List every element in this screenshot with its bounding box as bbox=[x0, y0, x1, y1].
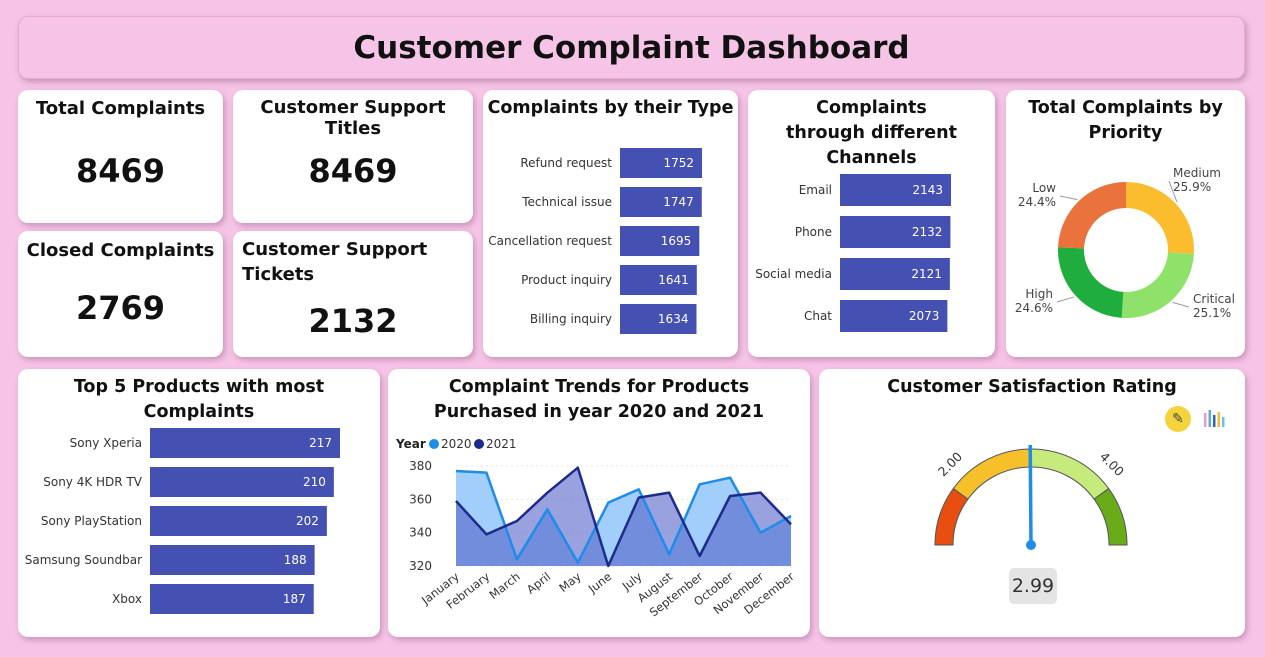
gauge-band bbox=[1093, 487, 1128, 546]
legend-label: 2021 bbox=[486, 437, 517, 451]
priority-donut-chart: Medium25.9% Critical25.1% High24.6% Low24.4… bbox=[1015, 166, 1235, 320]
slice-name: Low bbox=[1032, 181, 1056, 195]
chart-card-complaint-type[interactable]: Complaints by their Type Refund request 1… bbox=[483, 90, 738, 357]
x-tick-label: June bbox=[585, 569, 614, 596]
gauge-band bbox=[952, 448, 1032, 500]
gauge-needle bbox=[1028, 444, 1033, 546]
slice-percent: 25.1% bbox=[1193, 306, 1231, 320]
kpi-value: 8469 bbox=[75, 152, 166, 190]
gauge-band bbox=[1030, 448, 1110, 500]
kpi-value: 8469 bbox=[308, 152, 398, 190]
category-label: Sony Xperia bbox=[70, 436, 142, 450]
data-label: 1634 bbox=[658, 312, 689, 326]
gauge-value: 2.99 bbox=[1009, 568, 1057, 604]
y-tick-label: 320 bbox=[409, 559, 432, 573]
x-tick-label: April bbox=[524, 569, 553, 596]
data-label: 2121 bbox=[911, 267, 942, 281]
slice-name: Critical bbox=[1193, 292, 1235, 306]
data-label: 202 bbox=[296, 514, 319, 528]
category-label: Cancellation request bbox=[488, 234, 612, 248]
legend-title: Year bbox=[395, 437, 426, 451]
kpi-value: 2132 bbox=[308, 302, 398, 340]
x-tick-label: March bbox=[487, 569, 523, 602]
data-label: 187 bbox=[283, 592, 306, 606]
data-label: 1752 bbox=[663, 156, 694, 170]
gauge-pivot bbox=[1026, 540, 1036, 550]
channels-bar-chart: Email 2143 Phone 2132 Social media 2121 Chat 20… bbox=[755, 174, 951, 332]
data-label: 217 bbox=[309, 436, 332, 450]
data-label: 1747 bbox=[663, 195, 694, 209]
kpi-label: Total Complaints bbox=[35, 98, 206, 119]
slice-percent: 24.4% bbox=[1018, 195, 1056, 209]
chart-card-channels[interactable]: Complaints through different Channels Em… bbox=[748, 90, 995, 357]
kpi-label: Customer Support Titles bbox=[260, 97, 446, 139]
y-tick-label: 380 bbox=[409, 459, 432, 473]
category-label: Sony 4K HDR TV bbox=[43, 475, 143, 489]
y-tick-label: 340 bbox=[409, 526, 432, 540]
category-label: Chat bbox=[804, 309, 832, 323]
y-tick-label: 360 bbox=[409, 492, 432, 506]
chart-card-satisfaction[interactable]: Customer Satisfaction Rating ✎ 2.00 4.00 … bbox=[819, 369, 1245, 637]
kpi-card-support-tickets[interactable]: Customer Support Tickets 2132 bbox=[233, 231, 473, 357]
top-products-bar-chart: Sony Xperia 217 Sony 4K HDR TV 210 Sony Play… bbox=[25, 428, 340, 614]
donut-slice bbox=[1121, 252, 1194, 318]
x-tick-label: May bbox=[556, 569, 584, 595]
chart-card-trends[interactable]: Complaint Trends for Products Purchased … bbox=[388, 369, 810, 637]
data-label: 2143 bbox=[912, 183, 943, 197]
category-label: Phone bbox=[795, 225, 832, 239]
category-label: Refund request bbox=[520, 156, 612, 170]
data-label: 188 bbox=[284, 553, 307, 567]
complaint-type-bar-chart: Refund request 1752 Technical issue 1747 Can… bbox=[488, 148, 702, 334]
slice-percent: 25.9% bbox=[1173, 180, 1211, 194]
data-label: 2132 bbox=[912, 225, 943, 239]
category-label: Technical issue bbox=[521, 195, 612, 209]
kpi-card-closed-complaints[interactable]: Closed Complaints 2769 bbox=[18, 231, 223, 357]
category-label: Xbox bbox=[112, 592, 142, 606]
dashboard-title-bar: Customer Complaint Dashboard bbox=[18, 16, 1245, 79]
kpi-value: 2769 bbox=[75, 289, 166, 327]
gauge-tick-label: 2.00 bbox=[935, 449, 965, 479]
chart-card-top-products[interactable]: Top 5 Products with most Complaints Sony… bbox=[18, 369, 380, 637]
data-label: 2073 bbox=[909, 309, 940, 323]
kpi-label: Closed Complaints bbox=[26, 240, 215, 261]
leader-line bbox=[1059, 195, 1078, 201]
category-label: Social media bbox=[755, 267, 832, 281]
page-title: Customer Complaint Dashboard bbox=[353, 30, 910, 66]
slice-name: Medium bbox=[1173, 166, 1221, 180]
data-label: 1695 bbox=[661, 234, 692, 248]
data-label: 1641 bbox=[658, 273, 689, 287]
gauge-tick-label: 4.00 bbox=[1097, 449, 1127, 479]
trend-area-chart: Year 2020 2021380360340320JanuaryFebruaryM… bbox=[395, 437, 797, 620]
category-label: Email bbox=[799, 183, 832, 197]
kpi-card-support-titles[interactable]: Customer Support Titles 8469 bbox=[233, 90, 473, 223]
legend-marker-2020 bbox=[429, 439, 439, 449]
legend-marker-2021 bbox=[474, 439, 484, 449]
category-label: Product inquiry bbox=[521, 273, 612, 287]
legend-label: 2020 bbox=[441, 437, 472, 451]
category-label: Samsung Soundbar bbox=[25, 553, 142, 567]
data-label: 210 bbox=[303, 475, 326, 489]
leader-line bbox=[1056, 296, 1075, 303]
chart-card-priority[interactable]: Total Complaints by Priority Medium 25.9%… bbox=[1006, 90, 1245, 357]
donut-slice bbox=[1058, 247, 1124, 318]
kpi-label: Customer Support Tickets bbox=[242, 239, 428, 285]
donut-slice bbox=[1058, 182, 1126, 249]
leader-line bbox=[1172, 301, 1190, 308]
gauge-band bbox=[934, 487, 969, 546]
slice-percent: 24.6% bbox=[1015, 301, 1053, 315]
kpi-card-total-complaints[interactable]: Total Complaints 8469 bbox=[18, 90, 223, 223]
category-label: Billing inquiry bbox=[530, 312, 612, 326]
category-label: Sony PlayStation bbox=[41, 514, 142, 528]
slice-name: High bbox=[1025, 287, 1053, 301]
